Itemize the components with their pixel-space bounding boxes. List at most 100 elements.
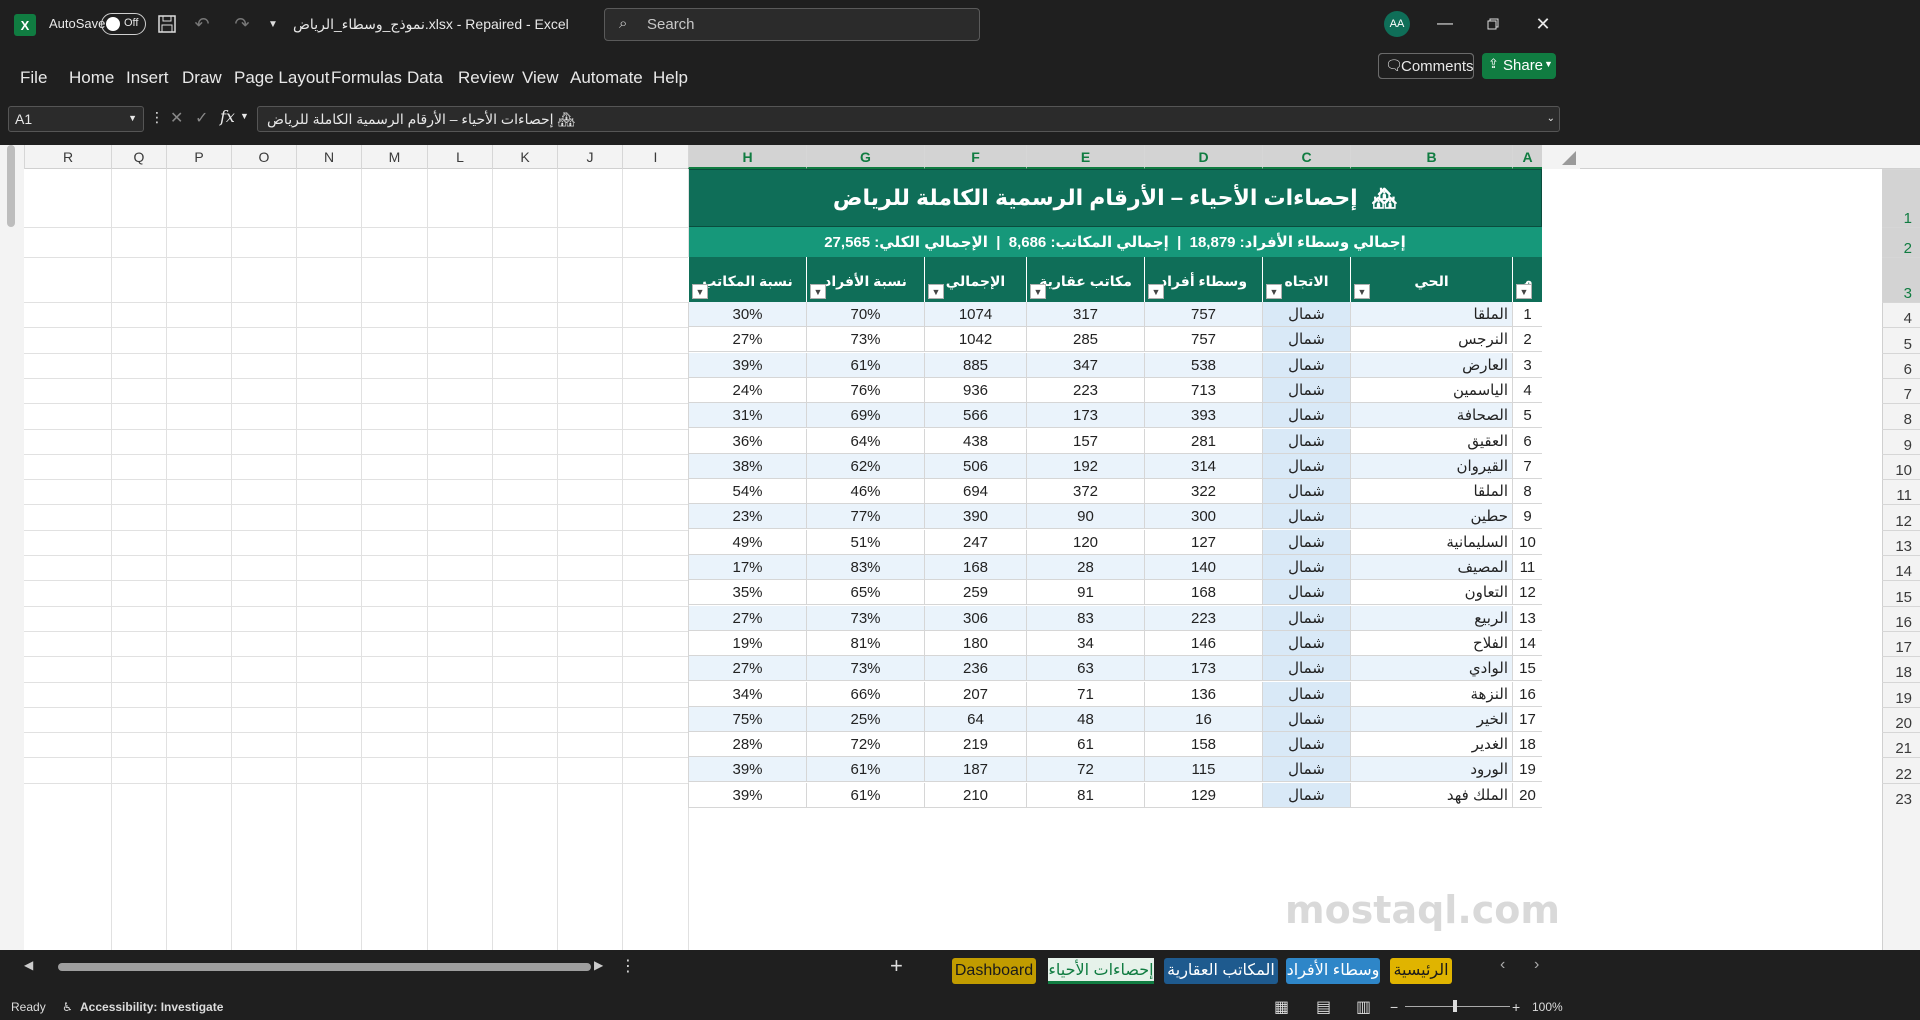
- menu-draw[interactable]: Draw: [182, 68, 222, 88]
- table-cell[interactable]: 71: [1026, 681, 1144, 707]
- redo-icon[interactable]: ↷: [227, 14, 257, 34]
- table-cell[interactable]: 12: [1512, 580, 1542, 606]
- table-cell[interactable]: الملقا: [1350, 302, 1512, 327]
- table-cell[interactable]: 219: [924, 732, 1026, 758]
- table-cell[interactable]: 34: [1026, 630, 1144, 656]
- table-cell[interactable]: شمال: [1262, 453, 1350, 479]
- row-header-9[interactable]: 9: [1882, 428, 1920, 454]
- table-cell[interactable]: 61%: [806, 782, 924, 808]
- table-cell[interactable]: 1074: [924, 302, 1026, 327]
- table-cell[interactable]: 4: [1512, 377, 1542, 403]
- table-cell[interactable]: شمال: [1262, 428, 1350, 454]
- more-options-icon[interactable]: ⋮: [620, 956, 636, 976]
- table-cell[interactable]: 19: [1512, 757, 1542, 783]
- table-cell[interactable]: 64%: [806, 428, 924, 454]
- menu-view[interactable]: View: [522, 68, 559, 88]
- table-cell[interactable]: شمال: [1262, 327, 1350, 353]
- table-cell[interactable]: 11: [1512, 555, 1542, 580]
- table-cell[interactable]: 285: [1026, 327, 1144, 353]
- table-cell[interactable]: شمال: [1262, 757, 1350, 783]
- table-cell[interactable]: الصحافة: [1350, 403, 1512, 429]
- column-header-r[interactable]: R: [24, 145, 111, 169]
- table-cell[interactable]: الياسمين: [1350, 377, 1512, 403]
- table-cell[interactable]: 31%: [688, 403, 806, 429]
- scroll-left-icon[interactable]: ◀: [24, 958, 33, 972]
- table-cell[interactable]: 46%: [806, 479, 924, 505]
- column-header-h[interactable]: H: [688, 145, 806, 169]
- menu-formulas[interactable]: Formulas: [331, 68, 402, 88]
- table-cell[interactable]: الملك فهد: [1350, 782, 1512, 808]
- table-cell[interactable]: 90: [1026, 504, 1144, 530]
- row-header-3[interactable]: 3: [1882, 257, 1920, 302]
- table-cell[interactable]: 259: [924, 580, 1026, 606]
- close-icon[interactable]: ✕: [1528, 12, 1558, 36]
- table-cell[interactable]: 146: [1144, 630, 1262, 656]
- table-cell[interactable]: شمال: [1262, 706, 1350, 732]
- table-cell[interactable]: السليمانية: [1350, 529, 1512, 555]
- table-cell[interactable]: شمال: [1262, 605, 1350, 631]
- zoom-in-icon[interactable]: +: [1512, 999, 1520, 1015]
- zoom-slider[interactable]: [1405, 1006, 1510, 1007]
- column-header-b[interactable]: B: [1350, 145, 1512, 169]
- table-cell[interactable]: 210: [924, 782, 1026, 808]
- table-cell[interactable]: العارض: [1350, 352, 1512, 378]
- table-cell[interactable]: 5: [1512, 403, 1542, 429]
- table-cell[interactable]: حطين: [1350, 504, 1512, 530]
- table-cell[interactable]: 127: [1144, 529, 1262, 555]
- table-cell[interactable]: 8: [1512, 479, 1542, 505]
- vertical-scrollbar[interactable]: [0, 145, 24, 950]
- table-cell[interactable]: شمال: [1262, 302, 1350, 327]
- table-cell[interactable]: 16: [1512, 681, 1542, 707]
- menu-file[interactable]: File: [20, 68, 47, 88]
- table-cell[interactable]: 936: [924, 377, 1026, 403]
- table-cell[interactable]: 28%: [688, 732, 806, 758]
- table-cell[interactable]: 6: [1512, 428, 1542, 454]
- save-icon[interactable]: [157, 14, 177, 34]
- table-cell[interactable]: 72%: [806, 732, 924, 758]
- table-cell[interactable]: 173: [1026, 403, 1144, 429]
- table-cell[interactable]: 70%: [806, 302, 924, 327]
- filter-dropdown-icon[interactable]: ▼: [692, 284, 708, 299]
- table-cell[interactable]: 30%: [688, 302, 806, 327]
- table-cell[interactable]: شمال: [1262, 656, 1350, 682]
- table-cell[interactable]: 158: [1144, 732, 1262, 758]
- horizontal-scroll-thumb[interactable]: [58, 963, 591, 971]
- table-cell[interactable]: 39%: [688, 352, 806, 378]
- column-header-g[interactable]: G: [806, 145, 924, 169]
- table-cell[interactable]: 223: [1144, 605, 1262, 631]
- table-cell[interactable]: 27%: [688, 656, 806, 682]
- table-cell[interactable]: 14: [1512, 630, 1542, 656]
- table-cell[interactable]: 23%: [688, 504, 806, 530]
- table-cell[interactable]: 66%: [806, 681, 924, 707]
- table-cell[interactable]: النزهة: [1350, 681, 1512, 707]
- table-cell[interactable]: 73%: [806, 656, 924, 682]
- table-cell[interactable]: شمال: [1262, 377, 1350, 403]
- table-cell[interactable]: 115: [1144, 757, 1262, 783]
- table-cell[interactable]: الغدير: [1350, 732, 1512, 758]
- filter-dropdown-icon[interactable]: ▼: [1516, 284, 1532, 299]
- sheet-tab[interactable]: إحصاءات الأحياء: [1048, 958, 1154, 984]
- table-cell[interactable]: 180: [924, 630, 1026, 656]
- table-cell[interactable]: 36%: [688, 428, 806, 454]
- restore-icon[interactable]: [1478, 12, 1508, 36]
- row-header-22[interactable]: 22: [1882, 757, 1920, 783]
- table-cell[interactable]: الملقا: [1350, 479, 1512, 505]
- table-cell[interactable]: 207: [924, 681, 1026, 707]
- row-header-2[interactable]: 2: [1882, 227, 1920, 257]
- table-cell[interactable]: 120: [1026, 529, 1144, 555]
- table-cell[interactable]: 17: [1512, 706, 1542, 732]
- table-cell[interactable]: شمال: [1262, 681, 1350, 707]
- table-cell[interactable]: 372: [1026, 479, 1144, 505]
- enter-icon[interactable]: ✓: [195, 108, 208, 128]
- row-header-16[interactable]: 16: [1882, 605, 1920, 631]
- table-cell[interactable]: شمال: [1262, 782, 1350, 808]
- table-cell[interactable]: 39%: [688, 757, 806, 783]
- row-header-18[interactable]: 18: [1882, 656, 1920, 681]
- table-cell[interactable]: شمال: [1262, 732, 1350, 758]
- table-cell[interactable]: 438: [924, 428, 1026, 454]
- table-cell[interactable]: 393: [1144, 403, 1262, 429]
- table-cell[interactable]: 61%: [806, 757, 924, 783]
- column-header-o[interactable]: O: [231, 145, 296, 169]
- table-cell[interactable]: 73%: [806, 605, 924, 631]
- filter-dropdown-icon[interactable]: ▼: [1030, 284, 1046, 299]
